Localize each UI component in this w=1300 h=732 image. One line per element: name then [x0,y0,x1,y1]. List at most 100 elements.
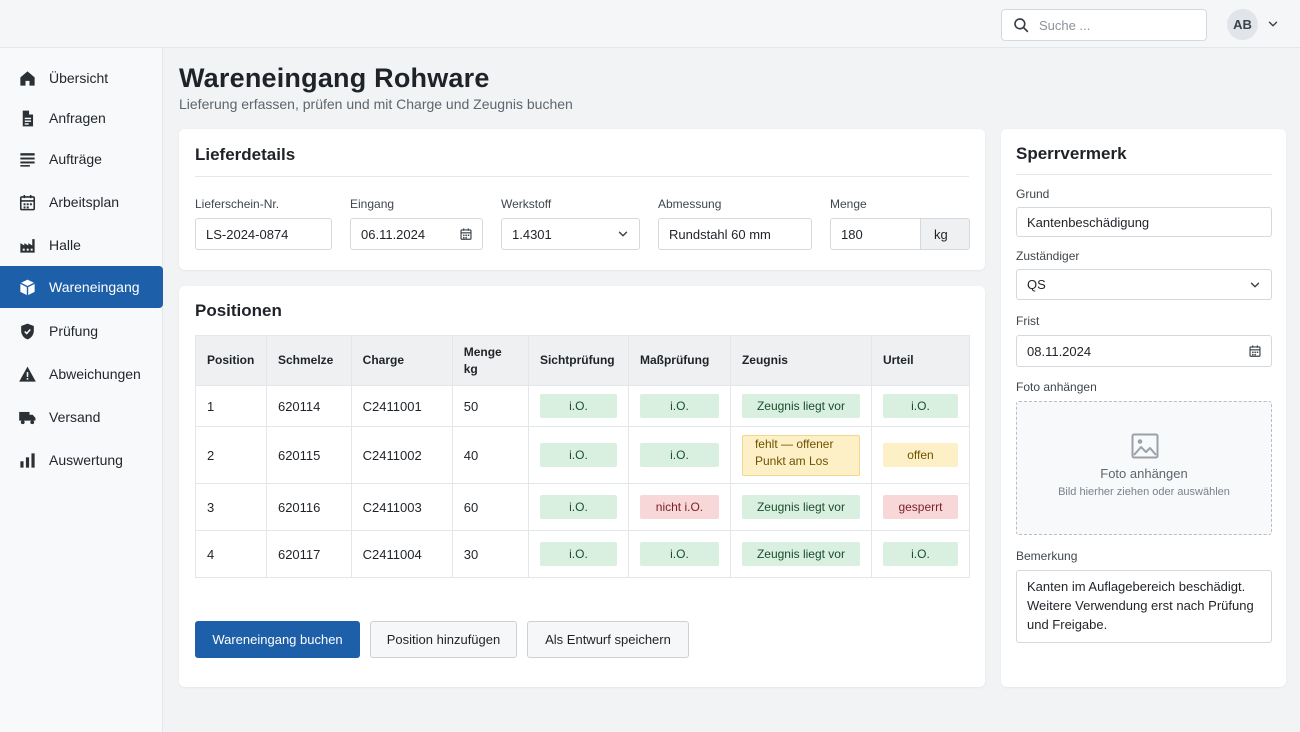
sidebar-item-auswertung[interactable]: Auswertung [0,439,163,481]
add-position-button[interactable]: Position hinzufügen [370,621,517,658]
zustaendiger-select[interactable]: QS [1016,269,1272,300]
status-badge: Zeugnis liegt vor [741,394,860,418]
photo-upload-dropzone[interactable]: Foto anhängen Bild hierher ziehen oder a… [1016,401,1272,535]
calendar-icon [18,193,37,212]
sidebar-item-pruefung[interactable]: Prüfung [0,310,163,352]
abmessung-label: Abmessung [658,197,722,211]
sidebar-item-label: Übersicht [49,70,109,86]
cell-position: 2 [195,426,267,484]
cell-zeugnis: Zeugnis liegt vor [729,483,872,531]
frist-date-field[interactable]: 08.11.2024 [1016,335,1272,367]
sidebar-item-wareneingang[interactable]: Wareneingang [0,266,163,308]
grund-value: Kantenbeschädigung [1027,214,1150,230]
positionen-title: Positionen [195,301,282,320]
status-badge: i.O. [539,495,617,519]
cell-masspruefung: i.O. [627,426,731,484]
image-icon [1131,433,1159,459]
cell-sichtpruefung: i.O. [527,385,629,427]
sperrvermerk-title: Sperrvermerk [1016,144,1127,163]
menge-label: Menge [830,197,867,211]
col-charge: Charge [350,335,453,386]
lieferschein-field[interactable]: LS-2024-0874 [195,218,332,250]
grund-field[interactable]: Kantenbeschädigung [1016,207,1272,237]
document-icon [18,109,37,128]
frist-label: Frist [1016,314,1040,328]
status-badge: i.O. [539,394,617,418]
sidebar-item-auftraege[interactable]: Aufträge [0,138,163,180]
status-badge: i.O. [882,542,958,566]
sidebar: Übersicht Anfragen Aufträge Arbeitsplan … [0,48,163,732]
zeugnis-line: fehlt — offener [754,436,834,451]
cell-sichtpruefung: i.O. [527,483,629,531]
bemerkung-textarea[interactable]: Kanten im Auflagebereich beschädigt. Wei… [1016,570,1272,643]
search-input[interactable] [1039,17,1199,33]
cell-zeugnis: fehlt — offener Punkt am Los [729,426,872,484]
cell-masspruefung: i.O. [627,530,731,578]
chevron-down-icon[interactable] [1266,17,1280,31]
calendar-icon[interactable] [1248,344,1262,358]
cell-urteil: i.O. [870,530,971,578]
avatar[interactable]: AB [1227,9,1258,40]
chevron-down-icon [616,227,630,241]
lieferschein-label: Lieferschein-Nr. [195,197,280,211]
table-row[interactable]: 1 620114 C2411001 50 i.O. i.O. Zeugnis l… [195,385,971,427]
status-badge: i.O. [639,394,719,418]
foto-label: Foto anhängen [1016,380,1097,394]
calendar-icon[interactable] [459,227,473,241]
cell-schmelze: 620114 [265,385,352,427]
menge-unit: kg [921,218,970,250]
eingang-value: 06.11.2024 [361,226,426,242]
status-badge: i.O. [539,542,617,566]
abmessung-field[interactable]: Rundstahl 60 mm [658,218,812,250]
sidebar-item-label: Arbeitsplan [49,194,120,210]
grund-label: Grund [1016,187,1050,201]
status-badge: i.O. [882,394,958,418]
table-row[interactable]: 4 620117 C2411004 30 i.O. i.O. Zeugnis l… [195,530,971,578]
col-position: Position [195,335,267,386]
search-box[interactable] [1001,9,1207,41]
werkstoff-select[interactable]: 1.4301 [501,218,640,250]
sidebar-item-label: Halle [49,237,81,253]
lieferdetails-card: Lieferdetails Lieferschein-Nr. LS-2024-0… [179,129,985,270]
sidebar-item-uebersicht[interactable]: Übersicht [0,57,163,99]
eingang-date-field[interactable]: 06.11.2024 [350,218,483,250]
table-row[interactable]: 3 620116 C2411003 60 i.O. nicht i.O. Zeu… [195,483,971,531]
menge-value: 180 [841,226,863,242]
col-sichtpruefung: Sichtprüfung [527,335,629,386]
status-badge: gesperrt [882,495,958,519]
zustaendiger-value: QS [1027,277,1046,292]
cell-charge: C2411004 [350,530,453,578]
sidebar-item-arbeitsplan[interactable]: Arbeitsplan [0,181,163,223]
cell-schmelze: 620117 [265,530,352,578]
divider [195,176,969,177]
sidebar-item-label: Prüfung [49,323,99,339]
status-badge: offen [882,443,958,467]
col-zeugnis: Zeugnis [729,335,872,386]
sidebar-item-abweichungen[interactable]: Abweichungen [0,353,163,395]
page-title: Wareneingang Rohware [179,63,490,93]
sidebar-item-label: Wareneingang [49,279,140,295]
chevron-down-icon [1248,278,1262,292]
save-draft-button[interactable]: Als Entwurf speichern [527,621,689,658]
shield-icon [18,322,37,341]
status-badge: i.O. [639,443,719,467]
positionen-table: Position Schmelze Charge Menge kg Sichtpr… [195,335,971,578]
status-badge: nicht i.O. [639,495,719,519]
cell-position: 1 [195,385,267,427]
cell-charge: C2411001 [350,385,453,427]
book-button[interactable]: Wareneingang buchen [195,621,360,658]
sidebar-item-anfragen[interactable]: Anfragen [0,97,163,139]
sidebar-item-halle[interactable]: Halle [0,224,163,266]
cell-urteil: offen [870,426,971,484]
table-row[interactable]: 2 620115 C2411002 40 i.O. i.O. fehlt — o… [195,426,971,484]
cell-sichtpruefung: i.O. [527,530,629,578]
cell-menge: 30 [451,530,529,578]
lieferdetails-title: Lieferdetails [195,145,296,164]
status-badge: i.O. [639,542,719,566]
cell-schmelze: 620116 [265,483,352,531]
menge-field[interactable]: 180 [830,218,921,250]
upload-hint: Bild hierher ziehen oder auswählen [1058,486,1230,498]
search-icon [1014,18,1029,33]
cell-urteil: i.O. [870,385,971,427]
sidebar-item-versand[interactable]: Versand [0,396,163,438]
